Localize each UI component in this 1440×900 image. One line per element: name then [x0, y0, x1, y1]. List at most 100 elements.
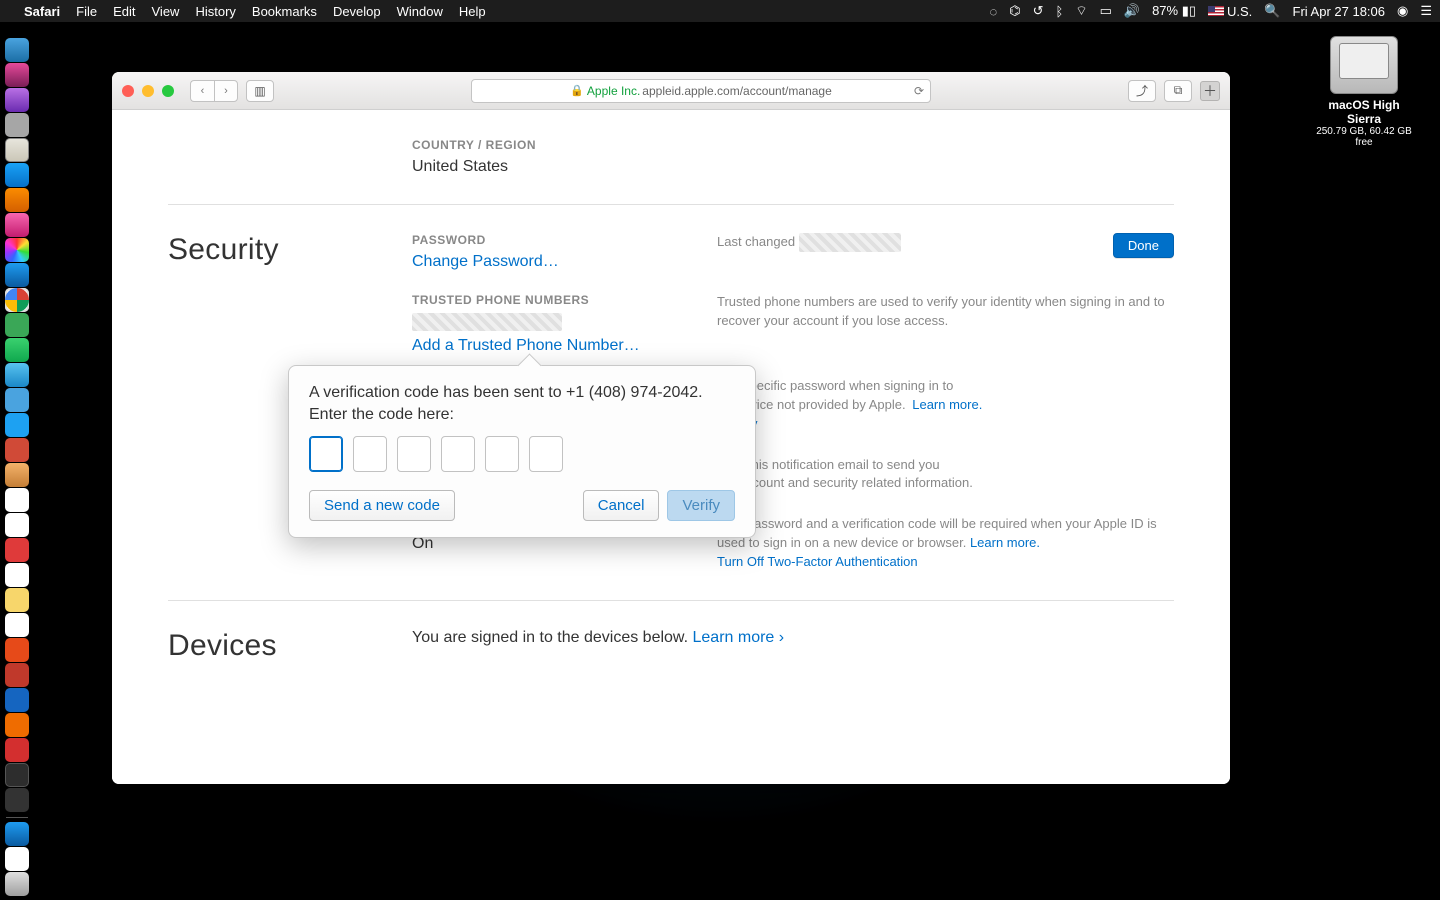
- dock-app-photos[interactable]: [5, 238, 29, 262]
- dock-app-calendar27b[interactable]: [5, 538, 29, 562]
- siri-icon[interactable]: ◉: [1397, 3, 1408, 19]
- twofa-desc: Your password and a verification code wi…: [717, 516, 1157, 550]
- dock-app-safari-tech[interactable]: [5, 88, 29, 112]
- menu-history[interactable]: History: [195, 4, 235, 19]
- volume-icon[interactable]: 🔊: [1124, 3, 1140, 19]
- code-digit-4[interactable]: [441, 436, 475, 472]
- spotlight-icon[interactable]: 🔍: [1264, 3, 1280, 19]
- dock-app-maps[interactable]: [5, 438, 29, 462]
- dock-app-preview[interactable]: [5, 588, 29, 612]
- dock-app-ibooks[interactable]: [5, 188, 29, 212]
- dock-app-1password[interactable]: [5, 688, 29, 712]
- dock-app-twitter[interactable]: [5, 413, 29, 437]
- page-content[interactable]: COUNTRY / REGION United States Security …: [112, 110, 1230, 784]
- menu-view[interactable]: View: [152, 4, 180, 19]
- section-account-tail: COUNTRY / REGION United States: [168, 110, 1174, 204]
- window-close-button[interactable]: [122, 85, 134, 97]
- dock-app-messages[interactable]: [5, 338, 29, 362]
- new-tab-button[interactable]: ＋: [1200, 81, 1220, 101]
- dock-app-vlc[interactable]: [5, 713, 29, 737]
- dock-app-safari[interactable]: [5, 263, 29, 287]
- learn-more-appspecific[interactable]: Learn more.: [912, 397, 982, 412]
- dock-folder[interactable]: [5, 847, 29, 871]
- airplay-icon[interactable]: ▭: [1100, 3, 1112, 19]
- wifi-icon[interactable]: ⌔: [1075, 3, 1087, 19]
- dock-app-notes[interactable]: [5, 463, 29, 487]
- menulet-icon[interactable]: ◌: [990, 4, 998, 19]
- notification-center-icon[interactable]: ☰: [1420, 3, 1432, 19]
- drive-icon: [1330, 36, 1398, 94]
- dock-app-contacts[interactable]: [5, 138, 29, 162]
- dock-app-textedit[interactable]: [5, 563, 29, 587]
- app-menu[interactable]: Safari: [24, 4, 60, 19]
- nav-forward-button[interactable]: ›: [214, 80, 238, 102]
- code-digit-2[interactable]: [353, 436, 387, 472]
- send-new-code-button[interactable]: Send a new code: [309, 490, 455, 521]
- share-button[interactable]: ⤴: [1128, 80, 1156, 102]
- dock-app-itunes[interactable]: [5, 213, 29, 237]
- tabs-button[interactable]: ⧉: [1164, 80, 1192, 102]
- password-label: PASSWORD: [412, 233, 717, 247]
- input-source[interactable]: U.S.: [1208, 4, 1252, 19]
- dock: [0, 30, 34, 900]
- bluetooth-icon[interactable]: ᛒ: [1056, 4, 1064, 19]
- dock-app-utility[interactable]: [5, 738, 29, 762]
- accessibility-icon[interactable]: ⌬: [1009, 3, 1020, 19]
- address-bar[interactable]: 🔒 Apple Inc. appleid.apple.com/account/m…: [471, 79, 931, 103]
- cancel-button[interactable]: Cancel: [583, 490, 660, 521]
- learn-more-twofa[interactable]: Learn more.: [970, 535, 1040, 550]
- dock-downloads[interactable]: [5, 822, 29, 846]
- verify-button[interactable]: Verify: [667, 490, 735, 521]
- timemachine-icon[interactable]: ↺: [1033, 3, 1044, 19]
- dock-app-launchpad[interactable]: [5, 113, 29, 137]
- menu-bookmarks[interactable]: Bookmarks: [252, 4, 317, 19]
- window-minimize-button[interactable]: [142, 85, 154, 97]
- dock-app-sheets[interactable]: [5, 313, 29, 337]
- done-button[interactable]: Done: [1113, 233, 1174, 258]
- devices-learn-more-link[interactable]: Learn more: [693, 629, 785, 646]
- change-password-link[interactable]: Change Password…: [412, 253, 717, 271]
- dock-app-systemprefs[interactable]: [5, 788, 29, 812]
- address-path: appleid.apple.com/account/manage: [642, 84, 831, 98]
- add-trusted-number-link[interactable]: Add a Trusted Phone Number…: [412, 337, 717, 355]
- dock-app-pages[interactable]: [5, 613, 29, 637]
- turn-off-twofa-link[interactable]: Turn Off Two-Factor Authentication: [717, 554, 918, 569]
- dock-separator: [6, 817, 28, 818]
- code-digit-5[interactable]: [485, 436, 519, 472]
- code-inputs: [309, 436, 735, 472]
- window-zoom-button[interactable]: [162, 85, 174, 97]
- menu-develop[interactable]: Develop: [333, 4, 381, 19]
- code-digit-1[interactable]: [309, 436, 343, 472]
- code-digit-3[interactable]: [397, 436, 431, 472]
- code-digit-6[interactable]: [529, 436, 563, 472]
- reload-icon[interactable]: ⟳: [914, 84, 924, 98]
- dock-app-chrome[interactable]: [5, 288, 29, 312]
- dock-app-calendar27[interactable]: [5, 513, 29, 537]
- dock-trash[interactable]: [5, 872, 29, 896]
- last-changed-redacted: XXXXX XX XXXX: [799, 233, 902, 252]
- safari-window: ‹ › ▥ 🔒 Apple Inc. appleid.apple.com/acc…: [112, 72, 1230, 784]
- trusted-number-redacted: +X XXX XXX-XXXX: [412, 313, 562, 331]
- dock-app-finder[interactable]: [5, 38, 29, 62]
- nav-back-button[interactable]: ‹: [190, 80, 214, 102]
- menu-window[interactable]: Window: [397, 4, 443, 19]
- flag-us-icon: [1208, 6, 1224, 16]
- clock[interactable]: Fri Apr 27 18:06: [1293, 4, 1386, 19]
- dock-app-terminal[interactable]: [5, 763, 29, 787]
- dock-app-firefox[interactable]: [5, 638, 29, 662]
- dock-app-calendar17[interactable]: [5, 488, 29, 512]
- desktop-drive[interactable]: macOS High Sierra 250.79 GB, 60.42 GB fr…: [1310, 36, 1418, 148]
- sidebar-button[interactable]: ▥: [246, 80, 274, 102]
- dock-app-appstore[interactable]: [5, 163, 29, 187]
- dock-app-opera[interactable]: [5, 663, 29, 687]
- menu-help[interactable]: Help: [459, 4, 486, 19]
- traffic-lights: [122, 85, 174, 97]
- dock-app-telegram[interactable]: [5, 388, 29, 412]
- dock-app-screenshot[interactable]: [5, 63, 29, 87]
- menu-file[interactable]: File: [76, 4, 97, 19]
- battery-status[interactable]: 87% ▮▯: [1152, 3, 1196, 19]
- verification-popover: A verification code has been sent to +1 …: [288, 365, 756, 538]
- trusted-numbers-label: TRUSTED PHONE NUMBERS: [412, 293, 717, 307]
- menu-edit[interactable]: Edit: [113, 4, 135, 19]
- dock-app-skype[interactable]: [5, 363, 29, 387]
